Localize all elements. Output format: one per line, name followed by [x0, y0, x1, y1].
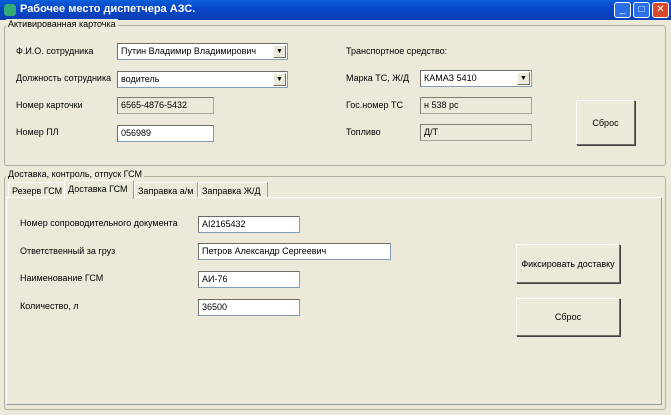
tab-reserve[interactable]: Резерв ГСМ	[8, 182, 65, 198]
quantity-label: Количество, л	[20, 301, 79, 311]
fio-combo[interactable]: Путин Владимир Владимирович ▼	[117, 43, 288, 60]
delivery-reset-button[interactable]: Сброс	[516, 298, 620, 336]
maximize-button[interactable]: □	[633, 2, 650, 18]
activated-card-label: Активированная карточка	[6, 19, 118, 29]
brand-label: Марка ТС, Ж/Д	[346, 73, 410, 83]
vehicle-heading: Транспортное средство:	[346, 46, 448, 56]
pl-number-field[interactable]: 056989	[117, 125, 214, 142]
title-bar: Рабочее место диспетчера АЗС.	[0, 0, 671, 20]
card-reset-button[interactable]: Сброс	[576, 100, 635, 145]
position-value: водитель	[121, 74, 160, 84]
position-combo[interactable]: водитель ▼	[117, 71, 288, 88]
tab-refuel-rail[interactable]: Заправка Ж/Д	[198, 182, 268, 198]
chevron-down-icon[interactable]: ▼	[517, 72, 530, 85]
fio-label: Ф.И.О. сотрудника	[16, 46, 94, 56]
plate-field: н 538 рс	[420, 97, 532, 114]
doc-number-label: Номер сопроводительного документа	[20, 218, 178, 228]
app-icon	[4, 4, 16, 16]
fuel-field: Д/Т	[420, 124, 532, 141]
fio-value: Путин Владимир Владимирович	[121, 46, 257, 56]
gsm-name-field[interactable]: АИ-76	[198, 271, 300, 288]
brand-value: КАМАЗ 5410	[424, 73, 477, 83]
minimize-button[interactable]: _	[614, 2, 631, 18]
card-number-label: Номер карточки	[16, 100, 83, 110]
fuel-label: Топливо	[346, 127, 381, 137]
brand-combo[interactable]: КАМАЗ 5410 ▼	[420, 70, 532, 87]
tab-delivery[interactable]: Доставка ГСМ	[64, 180, 134, 199]
quantity-field[interactable]: 36500	[198, 299, 300, 316]
fix-delivery-button[interactable]: Фиксировать доставку	[516, 244, 620, 283]
delivery-group-label: Доставка, контроль, отпуск ГСМ	[6, 169, 145, 179]
plate-label: Гос.номер ТС	[346, 100, 403, 110]
activated-card-group	[4, 25, 666, 166]
chevron-down-icon[interactable]: ▼	[273, 73, 286, 86]
card-number-field: 6565-4876-5432	[117, 97, 214, 114]
window-title: Рабочее место диспетчера АЗС.	[20, 3, 196, 15]
close-button[interactable]: ✕	[652, 2, 669, 18]
chevron-down-icon[interactable]: ▼	[273, 45, 286, 58]
position-label: Должность сотрудника	[16, 73, 112, 83]
responsible-field[interactable]: Петров Александр Сергеевич	[198, 243, 391, 260]
gsm-name-label: Наименование ГСМ	[20, 273, 104, 283]
doc-number-field[interactable]: AI2165432	[198, 216, 300, 233]
responsible-label: Ответственный за груз	[20, 246, 116, 256]
pl-number-label: Номер ПЛ	[16, 127, 59, 137]
tab-refuel-car[interactable]: Заправка а/м	[134, 182, 198, 198]
